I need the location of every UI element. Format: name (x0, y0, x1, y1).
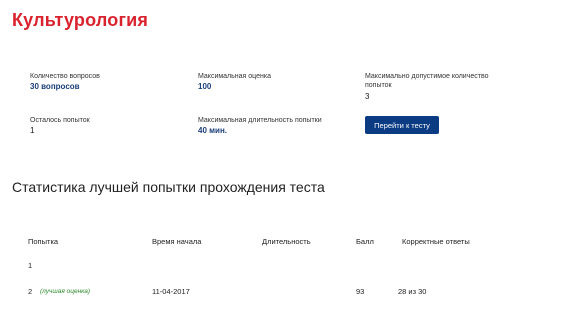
max-duration-value: 40 мин. (198, 126, 228, 135)
max-score-value: 100 (198, 82, 212, 91)
best-score-label: (лучшая оценка) (40, 288, 91, 295)
remaining-attempts-value: 1 (30, 126, 35, 135)
attempt-number: 1 (28, 261, 33, 270)
go-to-test-button[interactable]: Перейти к тесту (365, 116, 439, 134)
questions-count-label: Количество вопросов (30, 73, 100, 80)
score: 93 (356, 287, 365, 296)
attempt-number: 2 (28, 287, 33, 296)
stats-title: Статистика лучшей попытки прохождения те… (12, 179, 325, 195)
column-header-correct-answers: Корректные ответы (402, 237, 470, 246)
course-title: Культурология (12, 10, 149, 30)
questions-count-value: 30 вопросов (30, 82, 80, 91)
column-header-score: Балл (356, 237, 374, 246)
column-header-attempt: Попытка (28, 237, 59, 246)
correct-answers: 28 из 30 (398, 287, 427, 296)
max-attempts-label: Максимально допустимое количество попыто… (365, 73, 489, 89)
max-duration-label: Максимальная длительность попытки (198, 117, 322, 124)
column-header-duration: Длительность (262, 237, 311, 246)
column-header-start-time: Время начала (152, 237, 202, 246)
max-score-label: Максимальная оценка (198, 73, 271, 80)
start-time: 11-04-2017 (152, 287, 190, 296)
remaining-attempts-label: Осталось попыток (30, 117, 90, 124)
page: Культурология Количество вопросов 30 воп… (0, 0, 576, 318)
max-attempts-value: 3 (365, 92, 370, 101)
